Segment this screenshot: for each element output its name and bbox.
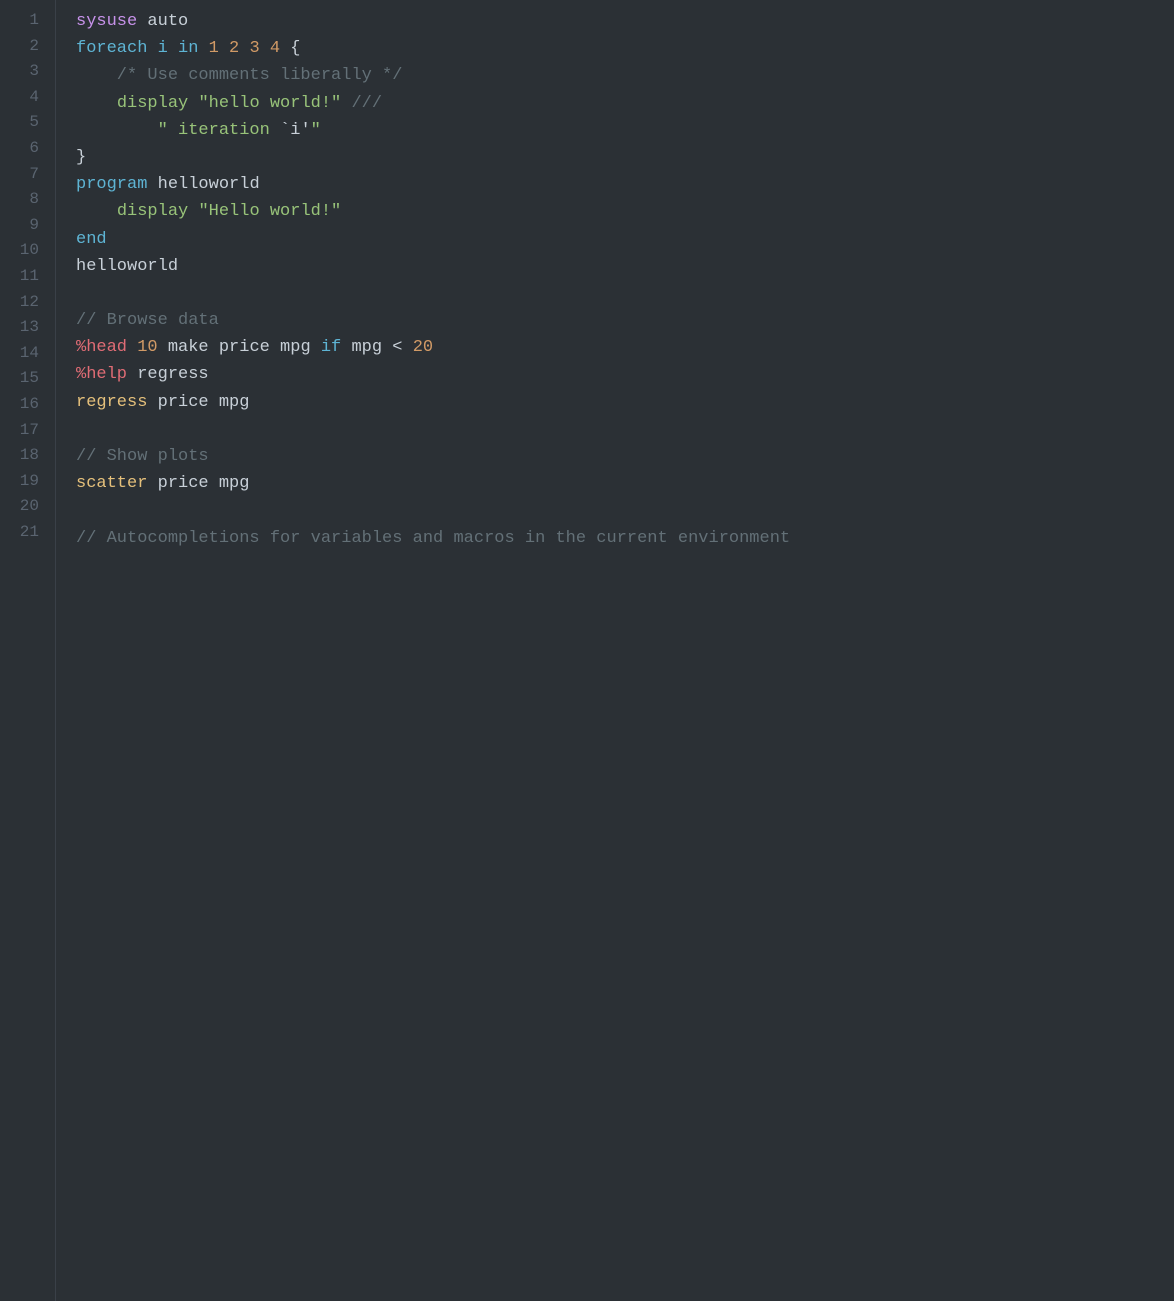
- token-kw-yellow: regress: [76, 393, 147, 412]
- token-kw-orange: 4: [270, 39, 280, 58]
- line-number: 10: [16, 238, 43, 264]
- code-area[interactable]: sysuse autoforeach i in 1 2 3 4 { /* Use…: [56, 0, 1174, 1301]
- token-normal: [168, 39, 178, 58]
- token-normal: [127, 338, 137, 357]
- token-normal: helloworld: [76, 257, 178, 276]
- token-normal: price mpg: [147, 474, 249, 493]
- token-kw-orange: 1: [209, 39, 219, 58]
- code-line: sysuse auto: [76, 8, 1154, 35]
- token-kw-blue: end: [76, 230, 107, 249]
- code-line: [76, 552, 1154, 579]
- line-number: 2: [16, 34, 43, 60]
- line-number: 19: [16, 469, 43, 495]
- line-number: 1: [16, 8, 43, 34]
- token-kw-blue: program: [76, 175, 147, 194]
- code-line: /* Use comments liberally */: [76, 62, 1154, 89]
- token-kw-blue: foreach: [76, 39, 147, 58]
- line-number: 6: [16, 136, 43, 162]
- token-normal: [198, 39, 208, 58]
- token-normal: [260, 39, 270, 58]
- token-normal: helloworld: [147, 175, 259, 194]
- token-kw-blue: i: [158, 39, 168, 58]
- token-normal: [219, 39, 229, 58]
- line-number: 9: [16, 213, 43, 239]
- token-normal: price mpg: [147, 393, 249, 412]
- token-normal: {: [280, 39, 300, 58]
- token-str-string: "hello world!": [198, 94, 341, 113]
- code-line: display "Hello world!": [76, 198, 1154, 225]
- token-kw-orange: 10: [137, 338, 157, 357]
- token-comment: // Autocompletions for variables and mac…: [76, 529, 790, 548]
- token-kw-orange: 20: [413, 338, 433, 357]
- token-normal: regress: [127, 365, 209, 384]
- line-number: 4: [16, 85, 43, 111]
- line-number: 12: [16, 290, 43, 316]
- token-normal: auto: [137, 12, 188, 31]
- code-editor[interactable]: 123456789101112131415161718192021 sysuse…: [0, 0, 1174, 1301]
- token-normal: [76, 94, 117, 113]
- code-line: [76, 497, 1154, 524]
- token-pct-cmd: %head: [76, 338, 127, 357]
- line-number: 18: [16, 443, 43, 469]
- token-kw-yellow: scatter: [76, 474, 147, 493]
- line-number: 16: [16, 392, 43, 418]
- token-comment: /* Use comments liberally */: [76, 66, 402, 85]
- code-line: end: [76, 226, 1154, 253]
- token-str-string: ": [311, 121, 321, 140]
- token-kw-purple: sysuse: [76, 12, 137, 31]
- line-numbers: 123456789101112131415161718192021: [0, 0, 56, 1301]
- code-line: " iteration `i'": [76, 117, 1154, 144]
- code-line: display "hello world!" ///: [76, 90, 1154, 117]
- token-kw-blue: if: [321, 338, 341, 357]
- token-normal: [188, 94, 198, 113]
- code-line: // Show plots: [76, 443, 1154, 470]
- token-kw-orange: 2: [229, 39, 239, 58]
- line-number: 7: [16, 162, 43, 188]
- token-backtick: `i': [280, 121, 311, 140]
- line-number: 14: [16, 341, 43, 367]
- code-line: scatter price mpg: [76, 470, 1154, 497]
- code-line: %help regress: [76, 361, 1154, 388]
- code-line: // Browse data: [76, 307, 1154, 334]
- code-line: [76, 416, 1154, 443]
- code-line: %head 10 make price mpg if mpg < 20: [76, 334, 1154, 361]
- token-comment: ///: [341, 94, 382, 113]
- token-normal: [147, 39, 157, 58]
- token-normal: mpg <: [341, 338, 412, 357]
- code-line: [76, 280, 1154, 307]
- token-comment: // Show plots: [76, 447, 209, 466]
- token-kw-green: display: [117, 94, 188, 113]
- line-number: 15: [16, 366, 43, 392]
- line-number: 3: [16, 59, 43, 85]
- token-pct-cmd: %help: [76, 365, 127, 384]
- token-normal: }: [76, 148, 86, 167]
- line-number: 21: [16, 520, 43, 546]
- line-number: 5: [16, 110, 43, 136]
- line-number: 13: [16, 315, 43, 341]
- token-comment: // Browse data: [76, 311, 219, 330]
- code-line: }: [76, 144, 1154, 171]
- line-number: 20: [16, 494, 43, 520]
- code-line: foreach i in 1 2 3 4 {: [76, 35, 1154, 62]
- token-kw-green: display: [117, 202, 188, 221]
- token-normal: make price mpg: [158, 338, 321, 357]
- code-line: // Autocompletions for variables and mac…: [76, 525, 1154, 552]
- code-line: helloworld: [76, 253, 1154, 280]
- line-number: 17: [16, 418, 43, 444]
- token-normal: [188, 202, 198, 221]
- line-number: 11: [16, 264, 43, 290]
- token-kw-orange: 3: [249, 39, 259, 58]
- token-str-string: " iteration: [76, 121, 280, 140]
- line-number: 8: [16, 187, 43, 213]
- token-str-string: "Hello world!": [198, 202, 341, 221]
- token-kw-blue: in: [178, 39, 198, 58]
- code-line: program helloworld: [76, 171, 1154, 198]
- token-normal: [76, 202, 117, 221]
- token-normal: [239, 39, 249, 58]
- code-line: regress price mpg: [76, 389, 1154, 416]
